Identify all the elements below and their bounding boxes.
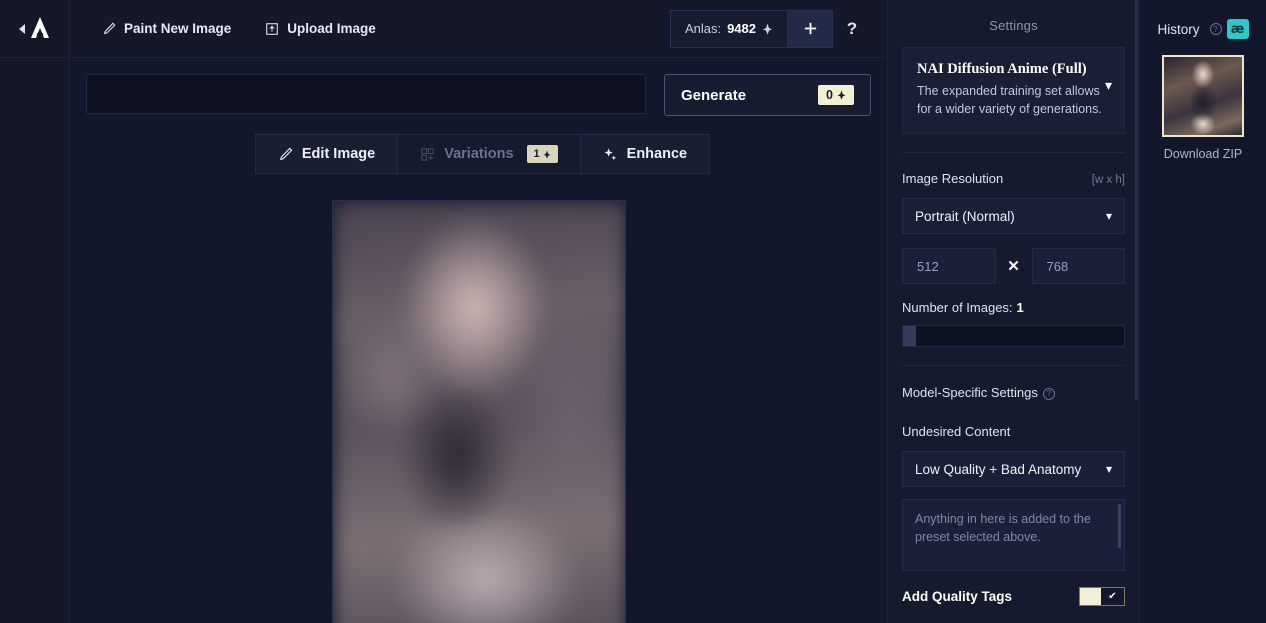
chevron-left-icon[interactable]: [18, 23, 25, 34]
prompt-input[interactable]: [86, 74, 646, 114]
history-header: History ? æ: [1140, 0, 1266, 39]
history-title: History: [1157, 21, 1200, 37]
model-info: NAI Diffusion Anime (Full) The expanded …: [917, 61, 1105, 118]
add-anlas-button[interactable]: [787, 9, 833, 48]
plus-icon: [804, 22, 816, 35]
model-specific-settings-section: Model-Specific Settings? Undesired Conte…: [888, 384, 1139, 572]
main-workspace: Generate 0 Edit Image Variations 1 Enhan…: [70, 58, 887, 623]
number-of-images-value: 1: [1016, 300, 1024, 316]
model-selector[interactable]: NAI Diffusion Anime (Full) The expanded …: [902, 47, 1125, 135]
brush-icon: [279, 147, 293, 160]
model-specific-label: Model-Specific Settings: [902, 385, 1038, 401]
left-rail: [0, 0, 70, 623]
tab-edit-image[interactable]: Edit Image: [254, 134, 399, 174]
undesired-content-textarea[interactable]: Anything in here is added to the preset …: [902, 499, 1125, 572]
chevron-down-icon[interactable]: ▾: [1105, 61, 1112, 94]
history-panel: History ? æ Download ZIP: [1140, 0, 1266, 623]
anlas-label: Anlas:: [684, 21, 722, 36]
width-input[interactable]: 512: [902, 248, 996, 285]
dimension-inputs: 512 ✕ 768: [902, 248, 1125, 285]
info-icon[interactable]: ?: [1042, 387, 1055, 400]
novelai-image-generation-app: Paint New Image Upload Image Anlas: 9482: [0, 0, 1266, 623]
rail-header: [0, 0, 69, 58]
width-value: 512: [917, 258, 939, 274]
settings-title: Settings: [989, 18, 1038, 33]
resolution-preset-value: Portrait (Normal): [915, 208, 1015, 224]
anlas-icon: [543, 149, 551, 159]
upload-image-button[interactable]: Upload Image: [255, 15, 386, 42]
add-quality-tags-toggle[interactable]: ✔: [1079, 587, 1125, 607]
height-value: 768: [1046, 258, 1069, 274]
check-icon: ✔: [1101, 588, 1124, 606]
sparkle-icon: [604, 147, 616, 160]
resolution-preset-select[interactable]: Portrait (Normal) ▾: [902, 198, 1125, 235]
number-of-images-label: Number of Images: 1: [902, 300, 1125, 315]
brush-icon: [103, 22, 116, 34]
ae-badge[interactable]: æ: [1226, 19, 1249, 39]
chevron-down-icon: ▾: [1105, 209, 1112, 224]
help-button[interactable]: ?: [833, 10, 871, 48]
settings-scrollbar[interactable]: [1135, 0, 1138, 400]
tab-variations-label: Variations: [444, 146, 514, 162]
textarea-scrollbar[interactable]: [1118, 504, 1121, 549]
history-thumbnail-image: [1164, 57, 1242, 135]
model-specific-header: Model-Specific Settings?: [902, 384, 1125, 402]
image-action-tabs: Edit Image Variations 1 Enhance: [70, 134, 887, 174]
tab-enhance-label: Enhance: [626, 146, 688, 162]
anlas-balance[interactable]: Anlas: 9482: [669, 9, 787, 48]
paint-new-image-label: Paint New Image: [124, 21, 232, 36]
undesired-content-preset-select[interactable]: Low Quality + Bad Anatomy ▾: [902, 451, 1125, 488]
resolution-header: Image Resolution [w x h]: [902, 171, 1125, 186]
generated-image: [332, 201, 625, 623]
tab-enhance[interactable]: Enhance: [579, 134, 711, 174]
add-quality-tags-row: Add Quality Tags ✔: [888, 587, 1139, 607]
tab-variations[interactable]: Variations 1: [398, 134, 580, 174]
undesired-content-label: Undesired Content: [902, 424, 1011, 440]
image-resolution-label: Image Resolution: [902, 171, 1004, 187]
upload-icon: [266, 22, 279, 35]
toolbar-right-group: Anlas: 9482 ?: [669, 0, 887, 57]
dimension-separator-icon: ✕: [1007, 258, 1020, 276]
variations-cost-badge: 1: [526, 145, 558, 163]
grid-plus-icon: [421, 147, 434, 161]
model-description: The expanded training set allows for a w…: [917, 84, 1102, 117]
generate-cost-badge: 0: [818, 85, 854, 105]
paint-new-image-button[interactable]: Paint New Image: [92, 15, 241, 42]
prompt-row: Generate 0: [70, 58, 887, 116]
undesired-content-placeholder: Anything in here is added to the preset …: [915, 512, 1091, 545]
generate-cost-value: 0: [826, 88, 833, 102]
settings-panel: Settings NAI Diffusion Anime (Full) The …: [887, 0, 1140, 623]
number-of-images-slider[interactable]: [902, 325, 1125, 348]
generate-button[interactable]: Generate 0: [664, 74, 871, 116]
tab-edit-image-label: Edit Image: [301, 146, 376, 162]
divider: [902, 365, 1125, 367]
add-quality-tags-label: Add Quality Tags: [902, 589, 1013, 605]
generated-image-preview[interactable]: [331, 200, 626, 623]
resolution-hint: [w x h]: [1091, 174, 1125, 187]
undesired-content-preset-value: Low Quality + Bad Anatomy: [915, 461, 1082, 477]
download-zip-button[interactable]: Download ZIP: [1140, 147, 1266, 161]
anlas-icon: [837, 90, 846, 100]
history-thumbnail[interactable]: [1162, 55, 1244, 137]
variations-cost-value: 1: [533, 148, 540, 160]
anlas-value: 9482: [727, 21, 756, 36]
slider-thumb[interactable]: [903, 326, 916, 347]
image-resolution-section: Image Resolution [w x h] Portrait (Norma…: [888, 171, 1139, 348]
chevron-down-icon: ▾: [1105, 462, 1112, 477]
generate-label: Generate: [681, 86, 747, 104]
model-name: NAI Diffusion Anime (Full): [917, 61, 1087, 77]
number-of-images-text: Number of Images:: [902, 300, 1013, 316]
novelai-logo-icon[interactable]: [29, 16, 51, 42]
divider: [902, 152, 1125, 154]
anlas-icon: [762, 22, 773, 35]
upload-image-label: Upload Image: [287, 21, 376, 36]
info-icon[interactable]: ?: [1209, 23, 1222, 35]
height-input[interactable]: 768: [1031, 248, 1125, 285]
top-toolbar: Paint New Image Upload Image Anlas: 9482: [70, 0, 887, 58]
canvas-area: [70, 200, 887, 623]
